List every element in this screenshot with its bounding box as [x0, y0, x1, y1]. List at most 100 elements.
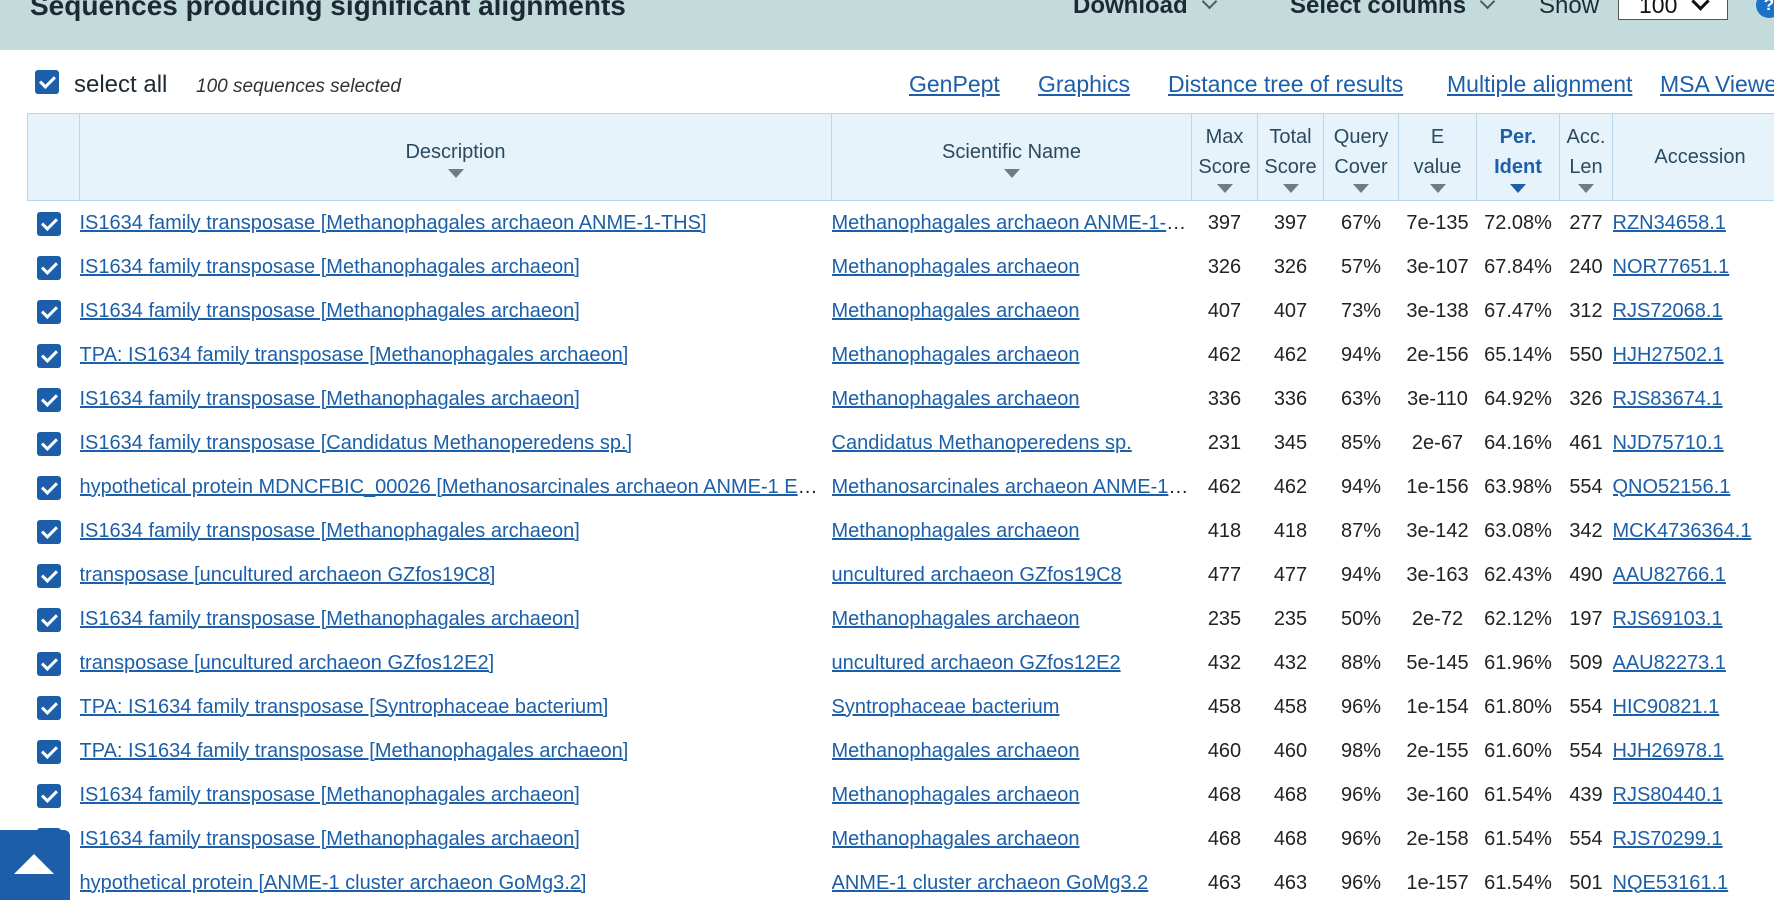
row-checkbox-cell — [28, 641, 80, 685]
accession-link[interactable]: NQE53161.1 — [1613, 872, 1729, 894]
scientific-name-link[interactable]: Methanosarcinales archaeon ANME-1 ERB7 — [832, 476, 1192, 498]
row-checkbox[interactable] — [37, 388, 61, 412]
scientific-name-link[interactable]: Methanophagales archaeon — [832, 344, 1080, 366]
sort-arrow-icon[interactable] — [1578, 184, 1594, 193]
per-ident-cell: 64.16% — [1477, 421, 1560, 465]
e-value-column-header[interactable]: Evalue — [1399, 114, 1477, 201]
accession-link[interactable]: MCK4736364.1 — [1613, 520, 1752, 542]
accession-link[interactable]: AAU82273.1 — [1613, 652, 1726, 674]
row-checkbox[interactable] — [37, 300, 61, 324]
genpept-link[interactable]: GenPept — [909, 71, 1000, 98]
accession-link[interactable]: AAU82766.1 — [1613, 564, 1726, 586]
row-checkbox[interactable] — [37, 608, 61, 632]
row-checkbox[interactable] — [37, 344, 61, 368]
accession-link[interactable]: HJH27502.1 — [1613, 344, 1724, 366]
scientific-name-link[interactable]: uncultured archaeon GZfos12E2 — [832, 652, 1121, 674]
description-link[interactable]: TPA: IS1634 family transposase [Methanop… — [80, 344, 629, 366]
description-link[interactable]: transposase [uncultured archaeon GZfos19… — [80, 564, 496, 586]
description-link[interactable]: hypothetical protein MDNCFBIC_00026 [Met… — [80, 476, 832, 498]
accession-link[interactable]: NJD75710.1 — [1613, 432, 1724, 454]
accession-link[interactable]: HIC90821.1 — [1613, 696, 1720, 718]
sort-arrow-icon[interactable] — [1283, 184, 1299, 193]
description-link[interactable]: IS1634 family transposase [Methanophagal… — [80, 212, 707, 234]
scientific-name-link[interactable]: Methanophagales archaeon — [832, 300, 1080, 322]
max-score-column-header[interactable]: MaxScore — [1192, 114, 1258, 201]
row-checkbox-cell — [28, 245, 80, 289]
total-score-column-header[interactable]: TotalScore — [1258, 114, 1324, 201]
acc-len-column-header[interactable]: Acc.Len — [1560, 114, 1613, 201]
row-checkbox[interactable] — [37, 212, 61, 236]
description-link[interactable]: IS1634 family transposase [Methanophagal… — [80, 784, 580, 806]
help-icon[interactable]: ? — [1756, 0, 1774, 18]
sort-arrow-icon[interactable] — [1353, 184, 1369, 193]
description-column-header[interactable]: Description — [80, 114, 832, 201]
accession-link[interactable]: RJS83674.1 — [1613, 388, 1723, 410]
description-link[interactable]: TPA: IS1634 family transposase [Methanop… — [80, 740, 629, 762]
scientific-name-cell: ANME-1 cluster archaeon GoMg3.2 — [832, 861, 1192, 905]
row-checkbox[interactable] — [37, 784, 61, 808]
row-checkbox[interactable] — [37, 256, 61, 280]
multiple-alignment-link[interactable]: Multiple alignment — [1447, 71, 1632, 98]
row-checkbox[interactable] — [37, 476, 61, 500]
accession-link[interactable]: RJS70299.1 — [1613, 828, 1723, 850]
description-link[interactable]: IS1634 family transposase [Methanophagal… — [80, 520, 580, 542]
accession-link[interactable]: RJS80440.1 — [1613, 784, 1723, 806]
scientific-name-link[interactable]: Methanophagales archaeon ANME-1-THS — [832, 212, 1192, 234]
accession-link[interactable]: HJH26978.1 — [1613, 740, 1724, 762]
row-checkbox[interactable] — [37, 564, 61, 588]
scientific-name-link[interactable]: uncultured archaeon GZfos19C8 — [832, 564, 1122, 586]
row-checkbox[interactable] — [37, 740, 61, 764]
scientific-name-link[interactable]: Candidatus Methanoperedens sp. — [832, 432, 1132, 454]
select-all-label[interactable]: select all — [74, 71, 167, 99]
msa-viewer-link[interactable]: MSA Viewer — [1660, 71, 1774, 98]
scientific-name-cell: Syntrophaceae bacterium — [832, 685, 1192, 729]
accession-link[interactable]: RJS72068.1 — [1613, 300, 1723, 322]
row-checkbox[interactable] — [37, 432, 61, 456]
sort-arrow-icon[interactable] — [1510, 184, 1526, 193]
accession-link[interactable]: NOR77651.1 — [1613, 256, 1730, 278]
row-checkbox[interactable] — [37, 652, 61, 676]
accession-link[interactable]: RJS69103.1 — [1613, 608, 1723, 630]
distance-tree-link[interactable]: Distance tree of results — [1168, 71, 1403, 98]
scientific-name-link[interactable]: Methanophagales archaeon — [832, 828, 1080, 850]
total-score-cell: 458 — [1258, 685, 1324, 729]
accession-link[interactable]: RZN34658.1 — [1613, 212, 1726, 234]
total-score-cell: 397 — [1258, 201, 1324, 246]
description-link[interactable]: TPA: IS1634 family transposase [Syntroph… — [80, 696, 609, 718]
description-link[interactable]: IS1634 family transposase [Methanophagal… — [80, 256, 580, 278]
scientific-name-link[interactable]: Methanophagales archaeon — [832, 388, 1080, 410]
sort-arrow-icon[interactable] — [1217, 184, 1233, 193]
description-link[interactable]: hypothetical protein [ANME-1 cluster arc… — [80, 872, 587, 894]
select-all-checkbox[interactable] — [35, 70, 59, 94]
show-count-select[interactable]: 100 — [1618, 0, 1728, 20]
description-link[interactable]: IS1634 family transposase [Methanophagal… — [80, 300, 580, 322]
description-link[interactable]: IS1634 family transposase [Methanophagal… — [80, 388, 580, 410]
per-ident-column-header[interactable]: Per.Ident — [1477, 114, 1560, 201]
sort-arrow-icon[interactable] — [1004, 169, 1020, 178]
scientific-name-link[interactable]: Methanophagales archaeon — [832, 608, 1080, 630]
scientific-name-link[interactable]: Methanophagales archaeon — [832, 784, 1080, 806]
select-columns-menu[interactable]: Select columns — [1290, 0, 1493, 20]
description-link[interactable]: IS1634 family transposase [Methanophagal… — [80, 828, 580, 850]
accession-column-header[interactable]: Accession — [1613, 114, 1774, 201]
description-link[interactable]: IS1634 family transposase [Candidatus Me… — [80, 432, 633, 454]
query-cover-column-header[interactable]: QueryCover — [1324, 114, 1399, 201]
description-cell: TPA: IS1634 family transposase [Methanop… — [80, 333, 832, 377]
scientific-name-cell: Methanophagales archaeon — [832, 597, 1192, 641]
row-checkbox[interactable] — [37, 520, 61, 544]
scientific-name-link[interactable]: Methanophagales archaeon — [832, 256, 1080, 278]
scientific-name-link[interactable]: Syntrophaceae bacterium — [832, 696, 1060, 718]
row-checkbox[interactable] — [37, 696, 61, 720]
sort-arrow-icon[interactable] — [448, 169, 464, 178]
description-link[interactable]: transposase [uncultured archaeon GZfos12… — [80, 652, 495, 674]
scientific-name-link[interactable]: ANME-1 cluster archaeon GoMg3.2 — [832, 872, 1149, 894]
scroll-to-top-button[interactable] — [0, 830, 70, 900]
scientific-name-link[interactable]: Methanophagales archaeon — [832, 520, 1080, 542]
sort-arrow-icon[interactable] — [1430, 184, 1446, 193]
graphics-link[interactable]: Graphics — [1038, 71, 1130, 98]
scientific-name-link[interactable]: Methanophagales archaeon — [832, 740, 1080, 762]
scientific-name-column-header[interactable]: Scientific Name — [832, 114, 1192, 201]
description-link[interactable]: IS1634 family transposase [Methanophagal… — [80, 608, 580, 630]
accession-link[interactable]: QNO52156.1 — [1613, 476, 1731, 498]
download-menu[interactable]: Download — [1073, 0, 1215, 20]
